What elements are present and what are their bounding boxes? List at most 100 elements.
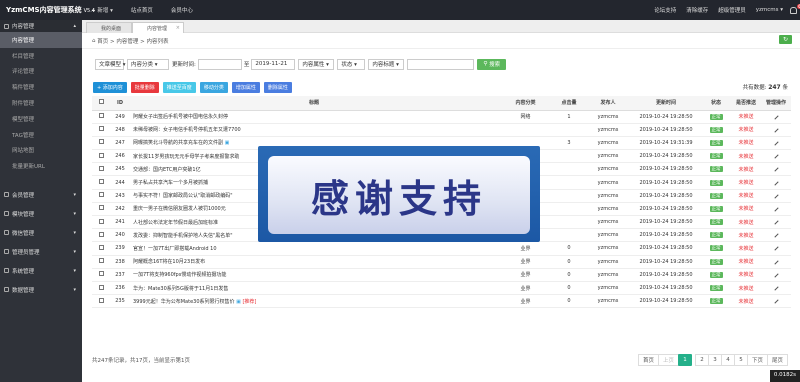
row-status[interactable]: 正常 [701, 162, 731, 177]
row-checkbox[interactable] [92, 110, 110, 124]
row-title[interactable]: 阿耀概念16T将在10月23日发布 [130, 255, 498, 269]
page-link[interactable]: 首页 [637, 354, 659, 366]
edit-button[interactable] [761, 215, 791, 230]
page-link[interactable]: 3 [707, 354, 722, 366]
sidebar-item-tag[interactable]: TAG管理 [0, 127, 82, 143]
move-category-button[interactable]: 移动分类 [199, 82, 228, 93]
row-checkbox[interactable] [92, 136, 110, 151]
page-link[interactable]: 上页 [657, 354, 679, 366]
page-link[interactable]: 5 [733, 354, 748, 366]
row-checkbox[interactable] [92, 202, 110, 217]
tab-desktop[interactable]: 我的桌面 [86, 22, 132, 33]
row-status[interactable]: 正常 [701, 175, 731, 190]
sidebar-group-wechat[interactable]: 微信管理 ▾ [0, 223, 82, 242]
edit-button[interactable] [761, 228, 791, 243]
end-date-input[interactable]: 2019-11-21 [251, 58, 296, 70]
sidebar-group-module[interactable]: 模块管理 ▾ [0, 204, 82, 223]
edit-button[interactable] [761, 162, 791, 177]
edit-button[interactable] [761, 136, 791, 151]
page-link[interactable]: 1 [677, 354, 692, 366]
edit-button[interactable] [761, 175, 791, 190]
row-checkbox[interactable] [92, 175, 110, 190]
sidebar-item-model[interactable]: 模型管理 [0, 111, 82, 127]
top-nav-home[interactable]: 站点首页 [122, 6, 162, 14]
category-select[interactable]: 内容分类 ▾ [127, 58, 169, 70]
row-title[interactable]: 一加7T将支持960fps慢动作视频拍摄功能 [130, 268, 498, 282]
sidebar-item-content[interactable]: 内容管理 [0, 32, 82, 48]
row-status[interactable]: 正常 [701, 294, 731, 309]
col-id[interactable]: ID [110, 96, 130, 111]
col-updated[interactable]: 更新时间 [631, 96, 701, 111]
col-hits[interactable]: 点击量 [553, 96, 585, 111]
row-title[interactable]: 未稀母被网：女子电信手机号停机五年又遭7700 [130, 123, 498, 137]
delete-attribute-button[interactable]: 删除属性 [263, 82, 292, 93]
row-title[interactable]: 3999元起！华为公布Mate30系列限行权售价 ▣ [推荐] [130, 294, 498, 309]
edit-button[interactable] [761, 149, 791, 164]
row-status[interactable]: 正常 [701, 149, 731, 164]
row-title[interactable]: 阿耀女子出签后手机号被中国电信永久封停 [130, 110, 498, 124]
select-all-checkbox[interactable] [92, 96, 110, 111]
edit-button[interactable] [761, 189, 791, 203]
row-status[interactable]: 正常 [701, 281, 731, 296]
batch-delete-button[interactable]: 批量删除 [130, 82, 159, 93]
page-link[interactable]: 下页 [746, 354, 768, 366]
forum-link[interactable]: 论坛支持 [649, 6, 681, 14]
row-status[interactable]: 正常 [701, 189, 731, 203]
top-nav-member[interactable]: 会员中心 [162, 6, 202, 14]
tab-content[interactable]: 内容管理 × [132, 22, 184, 33]
user-menu[interactable]: yzmcms ▾ [751, 7, 788, 13]
edit-button[interactable] [761, 202, 791, 217]
row-status[interactable]: 正常 [701, 241, 731, 256]
row-status[interactable]: 正常 [701, 123, 731, 137]
push-baidu-button[interactable]: 推送至百度 [162, 82, 196, 93]
sidebar-group-admin[interactable]: 管理员管理 ▾ [0, 242, 82, 261]
close-icon[interactable]: × [176, 25, 180, 31]
model-select[interactable]: 文章模型 ▾ [95, 58, 126, 70]
row-status[interactable]: 正常 [701, 228, 731, 243]
edit-button[interactable] [761, 241, 791, 256]
row-status[interactable]: 正常 [701, 268, 731, 282]
start-date-input[interactable] [197, 58, 242, 70]
row-checkbox[interactable] [92, 149, 110, 164]
edit-button[interactable] [761, 255, 791, 269]
sidebar-item-category[interactable]: 栏目管理 [0, 48, 82, 64]
add-attribute-button[interactable]: 增加属性 [231, 82, 260, 93]
search-input[interactable] [407, 58, 475, 70]
row-title[interactable]: 官宣！一加7T出厂即搭载Android 10 [130, 241, 498, 256]
row-checkbox[interactable] [92, 228, 110, 243]
row-status[interactable]: 正常 [701, 215, 731, 230]
row-status[interactable]: 正常 [701, 136, 731, 151]
bell-icon[interactable]: 0 [788, 4, 800, 15]
row-status[interactable]: 正常 [701, 255, 731, 269]
row-checkbox[interactable] [92, 189, 110, 203]
page-link[interactable]: 4 [720, 354, 735, 366]
edit-button[interactable] [761, 268, 791, 282]
edit-button[interactable] [761, 110, 791, 124]
page-link[interactable]: 2 [694, 354, 709, 366]
app-logo[interactable]: YzmCMS内容管理系统 V5.4 [0, 5, 95, 15]
refresh-button[interactable]: ↻ [779, 35, 792, 44]
search-button[interactable]: ⚲ 搜索 [477, 58, 507, 70]
row-checkbox[interactable] [92, 281, 110, 296]
attribute-select[interactable]: 内容属性 ▾ [298, 58, 335, 70]
edit-button[interactable] [761, 281, 791, 296]
row-title[interactable]: 华为：Mate30系列5G版将于11月1日发售 [130, 281, 498, 296]
row-checkbox[interactable] [92, 255, 110, 269]
sidebar-item-update-url[interactable]: 批量更新URL [0, 158, 82, 174]
sidebar-item-comment[interactable]: 评论管理 [0, 64, 82, 80]
clear-cache-link[interactable]: 清除缓存 [681, 6, 713, 14]
sidebar-item-sitemap[interactable]: 网站地图 [0, 143, 82, 159]
sidebar-group-content[interactable]: 内容管理 ▴ [0, 20, 82, 32]
row-checkbox[interactable] [92, 241, 110, 256]
title-field-select[interactable]: 内容标题 ▾ [368, 58, 405, 70]
sidebar-item-manuscript[interactable]: 稿件管理 [0, 79, 82, 95]
edit-button[interactable] [761, 123, 791, 137]
page-link[interactable]: 尾页 [766, 354, 788, 366]
row-status[interactable]: 正常 [701, 202, 731, 217]
sidebar-group-data[interactable]: 数据管理 ▾ [0, 280, 82, 299]
add-content-button[interactable]: + 添加内容 [93, 82, 127, 93]
row-checkbox[interactable] [92, 215, 110, 230]
status-select[interactable]: 状态 ▾ [337, 58, 366, 70]
sidebar-item-attachment[interactable]: 附件管理 [0, 95, 82, 111]
row-checkbox[interactable] [92, 294, 110, 309]
